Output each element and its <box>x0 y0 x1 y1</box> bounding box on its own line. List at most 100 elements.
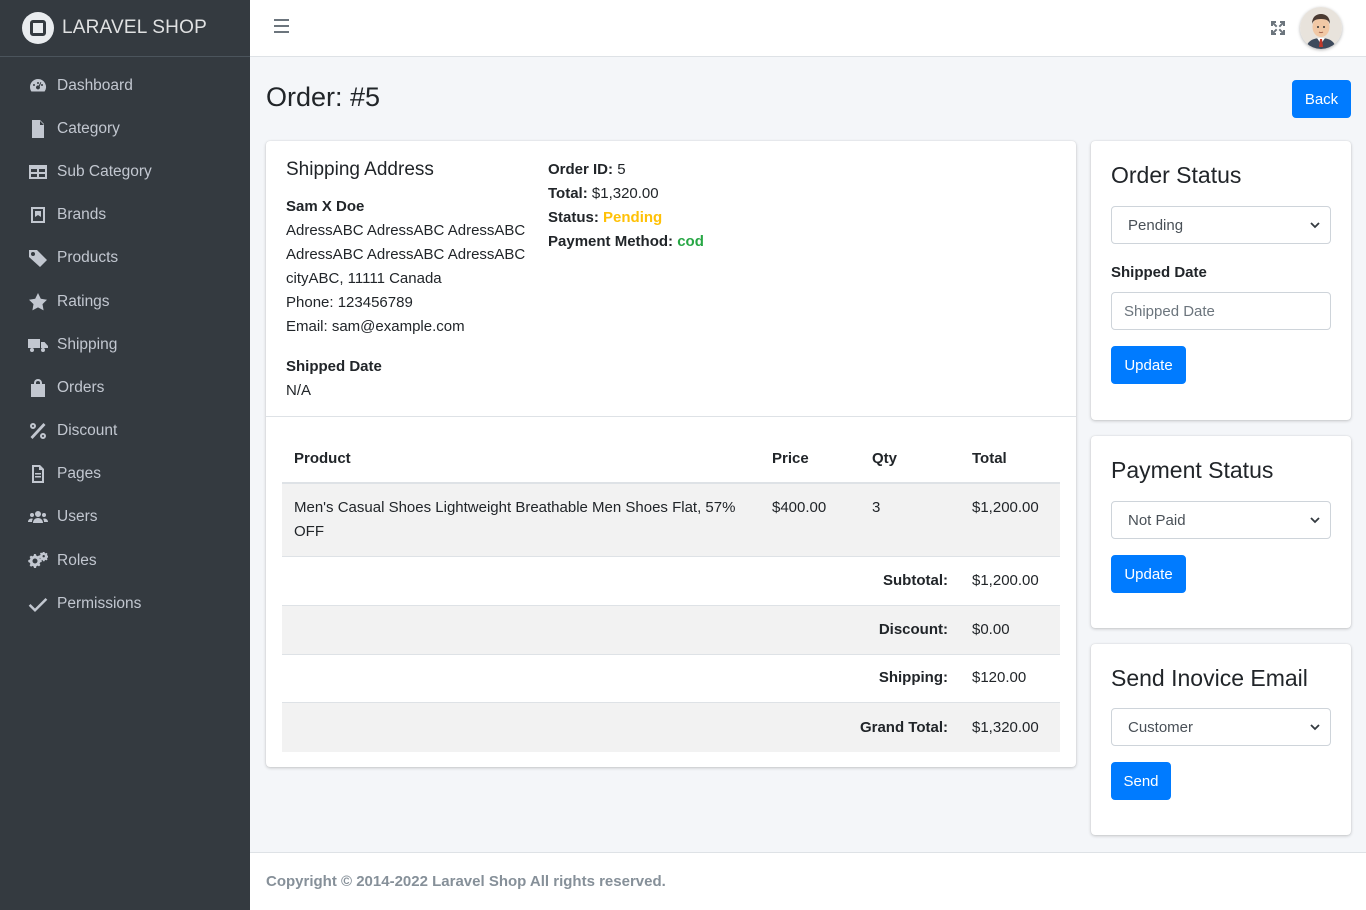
order-status-label: Status: <box>548 209 599 226</box>
price-cell: $400.00 <box>760 482 860 557</box>
table-icon <box>27 162 49 182</box>
table-row: Men's Casual Shoes Lightweight Breathabl… <box>282 482 1060 557</box>
sidebar-item-ratings[interactable]: Ratings <box>0 280 250 323</box>
subtotal-label: Subtotal: <box>282 556 960 606</box>
invoice-recipient-selected: Customer <box>1128 718 1194 736</box>
update-payment-status-button[interactable]: Update <box>1111 555 1186 593</box>
payment-method-value: cod <box>677 233 704 250</box>
sidebar-item-label: Discount <box>57 422 118 440</box>
cogs-icon <box>27 551 49 571</box>
shipping-address-title: Shipping Address <box>286 159 434 180</box>
invoice-recipient-select[interactable]: Customer <box>1111 708 1331 746</box>
grand-total-row: Grand Total: $1,320.00 <box>282 702 1060 752</box>
column-header-qty: Qty <box>860 434 960 484</box>
page-footer: Copyright © 2014-2022 Laravel Shop All r… <box>250 852 1366 910</box>
brand-name: LARAVEL SHOP <box>62 17 207 38</box>
customer-name: Sam X Doe <box>286 198 365 215</box>
file-alt-icon <box>27 464 49 484</box>
send-invoice-title: Send Inovice Email <box>1111 665 1308 691</box>
sidebar-item-orders[interactable]: Orders <box>0 366 250 409</box>
tachometer-icon <box>27 76 49 96</box>
update-order-status-button[interactable]: Update <box>1111 346 1186 384</box>
tag-icon <box>27 248 49 268</box>
order-status-selected: Pending <box>1128 216 1184 234</box>
status-badge: Pending <box>603 209 663 226</box>
product-name-cell: Men's Casual Shoes Lightweight Breathabl… <box>282 482 760 557</box>
sidebar-item-users[interactable]: Users <box>0 496 250 539</box>
star-icon <box>27 292 49 312</box>
fullscreen-icon[interactable] <box>1270 20 1286 36</box>
order-summary-header: Shipping Address Sam X Doe AdressABC Adr… <box>266 141 1076 417</box>
send-invoice-button[interactable]: Send <box>1111 762 1171 800</box>
discount-value: $0.00 <box>960 604 1060 655</box>
chevron-down-icon <box>1310 517 1320 524</box>
brand-link[interactable]: LARAVEL SHOP <box>0 0 250 57</box>
payment-status-selected: Not Paid <box>1128 511 1186 529</box>
sidebar-item-roles[interactable]: Roles <box>0 539 250 582</box>
brand-logo <box>22 12 54 44</box>
column-header-price: Price <box>760 434 860 484</box>
user-avatar[interactable] <box>1300 7 1342 49</box>
total-cell: $1,200.00 <box>960 482 1060 557</box>
order-id-value: 5 <box>617 161 626 178</box>
sidebar-item-category[interactable]: Category <box>0 107 250 150</box>
sidebar-item-label: Permissions <box>57 594 142 612</box>
grand-total-label: Grand Total: <box>282 702 960 752</box>
back-button[interactable]: Back <box>1292 80 1351 118</box>
payment-status-card: Payment Status Not Paid Update <box>1091 436 1351 628</box>
send-invoice-card: Send Inovice Email Customer Send <box>1091 644 1351 835</box>
discount-label: Discount: <box>282 604 960 655</box>
sidebar-item-dashboard[interactable]: Dashboard <box>0 64 250 107</box>
menu-toggle-icon[interactable] <box>274 19 289 35</box>
order-id-label: Order ID: <box>548 161 614 178</box>
shipping-address: Shipping Address Sam X Doe AdressABC Adr… <box>286 159 536 403</box>
truck-icon <box>27 335 49 355</box>
order-status-select[interactable]: Pending <box>1111 206 1331 244</box>
order-info: Order ID: 5 Total: $1,320.00 Status: Pen… <box>548 158 704 254</box>
sidebar-item-label: Dashboard <box>57 76 133 94</box>
address-line: AdressABC AdressABC AdressABC <box>286 222 526 239</box>
order-items-table: Product Price Qty Total Men's Casual Sho… <box>282 434 1060 752</box>
payment-status-select[interactable]: Not Paid <box>1111 501 1331 539</box>
qty-cell: 3 <box>860 482 960 557</box>
book-icon <box>27 205 49 225</box>
order-details-card: Shipping Address Sam X Doe AdressABC Adr… <box>266 141 1076 767</box>
subtotal-value: $1,200.00 <box>960 556 1060 606</box>
sidebar-item-label: Pages <box>57 465 101 483</box>
shipping-row: Shipping: $120.00 <box>282 653 1060 703</box>
column-header-product: Product <box>282 434 760 484</box>
users-icon <box>27 507 49 527</box>
shipped-date-field-label: Shipped Date <box>1111 264 1207 281</box>
payment-method-label: Payment Method: <box>548 233 674 250</box>
sidebar-item-label: Orders <box>57 378 105 396</box>
shipped-date-input[interactable] <box>1111 292 1331 330</box>
percent-icon <box>27 421 49 441</box>
order-total-value: $1,320.00 <box>591 185 659 202</box>
file-icon <box>27 119 49 139</box>
chevron-down-icon <box>1310 222 1320 229</box>
sidebar-item-discount[interactable]: Discount <box>0 410 250 453</box>
page-title: Order: #5 <box>266 82 381 112</box>
shipping-value: $120.00 <box>960 653 1060 703</box>
sidebar-item-sub-category[interactable]: Sub Category <box>0 150 250 193</box>
sidebar-nav: Dashboard Category Sub Category Brands P… <box>0 57 250 625</box>
sidebar-item-label: Products <box>57 249 119 267</box>
payment-status-title: Payment Status <box>1111 457 1274 483</box>
address-line: cityABC, 11111 Canada <box>286 270 442 287</box>
check-icon <box>27 594 49 614</box>
top-navbar <box>250 0 1366 57</box>
shopping-bag-icon <box>27 378 49 398</box>
sidebar-item-shipping[interactable]: Shipping <box>0 323 250 366</box>
sidebar-item-pages[interactable]: Pages <box>0 453 250 496</box>
sidebar-item-permissions[interactable]: Permissions <box>0 582 250 625</box>
order-status-title: Order Status <box>1111 162 1242 188</box>
shipping-label: Shipping: <box>282 653 960 703</box>
table-header-row: Product Price Qty Total <box>282 434 1060 484</box>
sidebar-item-brands[interactable]: Brands <box>0 194 250 237</box>
sidebar-item-label: Roles <box>57 551 97 569</box>
sidebar-item-label: Brands <box>57 206 107 224</box>
grand-total-value: $1,320.00 <box>960 702 1060 752</box>
shipped-date-label: Shipped Date <box>286 358 382 375</box>
sidebar: LARAVEL SHOP Dashboard Category Sub Cate… <box>0 0 250 910</box>
sidebar-item-products[interactable]: Products <box>0 237 250 280</box>
